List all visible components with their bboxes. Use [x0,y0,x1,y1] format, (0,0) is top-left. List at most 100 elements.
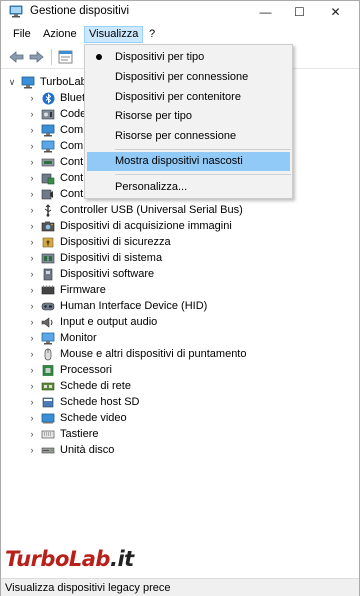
chevron-right-icon[interactable]: › [27,138,37,154]
tree-category-label: Human Interface Device (HID) [60,300,208,312]
chevron-right-icon[interactable]: › [27,106,37,122]
storage-controller-icon [41,172,55,185]
mouse-icon [41,348,55,361]
tree-category-row[interactable]: › Monitor [27,330,359,346]
disk-controller-icon [41,156,55,169]
tree-category-row[interactable]: › Schede di rete [27,378,359,394]
menu-item-label: Dispositivi per connessione [115,71,249,83]
system-device-icon [41,252,55,265]
chevron-right-icon[interactable]: › [27,154,37,170]
menu-visualizza[interactable]: Visualizza [84,26,144,43]
speaker-icon [41,316,55,329]
tree-category-row[interactable]: › Dispositivi di sicurezza [27,234,359,250]
tree-category-label: Cont [60,172,84,184]
tree-category-label: Cont [60,188,84,200]
tree-category-label: Schede di rete [60,380,131,392]
tree-category-row[interactable]: › Schede video [27,410,359,426]
chevron-right-icon[interactable]: › [27,186,37,202]
tree-category-label: Cont [60,156,84,168]
visualizza-dropdown-menu: Dispositivi per tipo Dispositivi per con… [84,44,293,199]
tree-category-row[interactable]: › Tastiere [27,426,359,442]
chevron-right-icon[interactable]: › [27,394,37,410]
computer-icon [41,124,55,137]
chevron-right-icon[interactable]: › [27,234,37,250]
minimize-button[interactable]: — [249,1,282,23]
menu-help[interactable]: ? [144,26,160,43]
menu-file[interactable]: File [8,26,36,43]
menu-azione[interactable]: Azione [38,26,82,43]
chevron-right-icon[interactable]: › [27,330,37,346]
chevron-right-icon[interactable]: › [27,202,37,218]
tree-root-label: TurboLab [40,76,87,88]
tree-category-row[interactable]: › Dispositivi di sistema [27,250,359,266]
tree-category-label: Schede video [60,412,127,424]
tree-category-label: Mouse e altri dispositivi di puntamento [60,348,247,360]
forward-arrow-icon[interactable] [28,49,44,65]
chevron-right-icon[interactable]: › [27,218,37,234]
chevron-down-icon[interactable]: ∨ [7,74,17,90]
close-button[interactable]: ✕ [319,1,352,23]
tree-category-label: Processori [60,364,112,376]
video-card-icon [41,412,55,425]
tree-category-row[interactable]: › Schede host SD [27,394,359,410]
tree-category-row[interactable]: › Human Interface Device (HID) [27,298,359,314]
chevron-right-icon[interactable]: › [27,90,37,106]
menu-item-label: Dispositivi per tipo [115,51,205,63]
tree-category-row[interactable]: › Controller USB (Universal Serial Bus) [27,202,359,218]
back-arrow-icon[interactable] [8,49,24,65]
tree-category-row[interactable]: › Mouse e altri dispositivi di puntamento [27,346,359,362]
maximize-button[interactable]: ☐ [283,1,316,23]
menu-separator [115,174,291,175]
chevron-right-icon[interactable]: › [27,170,37,186]
tree-category-label: Dispositivi di sicurezza [60,236,171,248]
title-bar: Gestione dispositivi — ☐ ✕ [1,1,359,23]
chevron-right-icon[interactable]: › [27,442,37,458]
computer-icon [21,76,35,89]
menu-item-dispositivi-per-connessione[interactable]: Dispositivi per connessione [87,68,290,87]
monitor-icon [41,140,55,153]
properties-icon[interactable] [57,49,73,65]
menu-item-label: Personalizza... [115,181,188,193]
status-bar: Visualizza dispositivi legacy prece [1,578,359,596]
software-device-icon [41,268,55,281]
sound-controller-icon [41,188,55,201]
chevron-right-icon[interactable]: › [27,282,37,298]
menu-item-personalizza[interactable]: Personalizza... [87,178,290,197]
menu-item-mostra-dispositivi-nascosti[interactable]: Mostra dispositivi nascosti [87,152,290,171]
chevron-right-icon[interactable]: › [27,362,37,378]
audio-codec-icon [41,108,55,121]
chevron-right-icon[interactable]: › [27,346,37,362]
tree-category-row[interactable]: › Processori [27,362,359,378]
tree-category-row[interactable]: › Unità disco [27,442,359,458]
radio-bullet-icon [96,54,102,60]
bluetooth-icon [41,92,55,105]
menu-item-label: Dispositivi per contenitore [115,91,241,103]
device-manager-window: Gestione dispositivi — ☐ ✕ File Azione V… [0,0,360,596]
tree-category-row[interactable]: › Dispositivi di acquisizione immagini [27,218,359,234]
tree-category-label: Com [60,124,84,136]
tree-category-label: Firmware [60,284,106,296]
chevron-right-icon[interactable]: › [27,298,37,314]
usb-icon [41,203,55,217]
tree-category-label: Code [60,108,87,120]
tree-category-row[interactable]: › Input e output audio [27,314,359,330]
chevron-right-icon[interactable]: › [27,410,37,426]
menu-separator [115,149,291,150]
security-icon [41,236,55,249]
menu-item-dispositivi-per-tipo[interactable]: Dispositivi per tipo [87,48,290,67]
network-icon [41,380,55,393]
menu-item-dispositivi-per-contenitore[interactable]: Dispositivi per contenitore [87,88,290,107]
chevron-right-icon[interactable]: › [27,266,37,282]
chevron-right-icon[interactable]: › [27,378,37,394]
menu-item-risorse-per-connessione[interactable]: Risorse per connessione [87,127,290,146]
tree-category-row[interactable]: › Firmware [27,282,359,298]
chevron-right-icon[interactable]: › [27,122,37,138]
chevron-right-icon[interactable]: › [27,426,37,442]
tree-category-row[interactable]: › Dispositivi software [27,266,359,282]
tree-category-label: Tastiere [60,428,99,440]
tree-category-label: Schede host SD [60,396,140,408]
menu-item-risorse-per-tipo[interactable]: Risorse per tipo [87,107,290,126]
processor-icon [41,364,55,377]
chevron-right-icon[interactable]: › [27,250,37,266]
chevron-right-icon[interactable]: › [27,314,37,330]
